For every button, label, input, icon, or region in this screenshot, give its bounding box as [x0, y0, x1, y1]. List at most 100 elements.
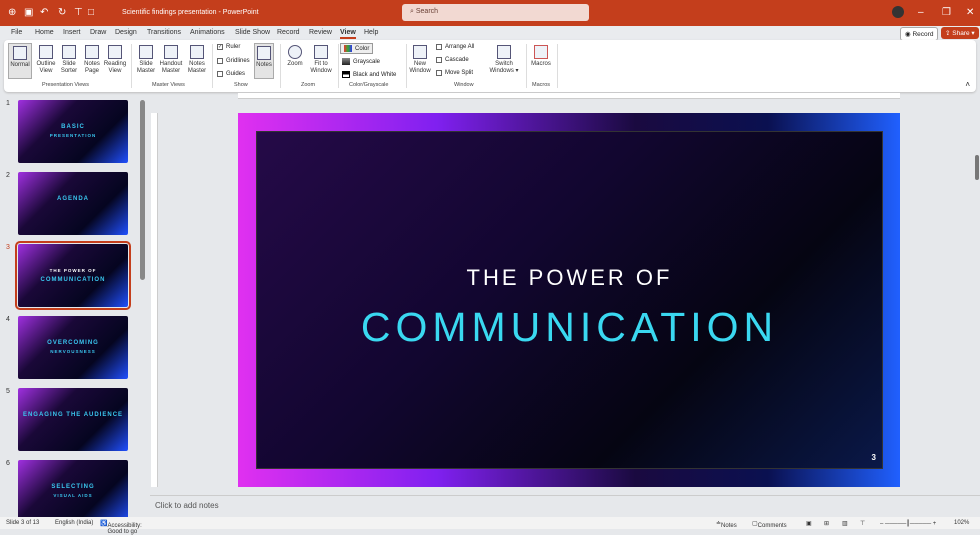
notes-page-button[interactable]: Notes Page: [81, 45, 103, 75]
minimize-icon[interactable]: –: [918, 7, 924, 18]
zoom-button[interactable]: Zoom: [284, 45, 306, 68]
thumbnail-scrollbar[interactable]: [140, 100, 145, 280]
slide-number: 3: [871, 453, 876, 462]
tab-design[interactable]: Design: [115, 29, 137, 36]
autosave-icon[interactable]: ⊕: [8, 7, 16, 18]
black-and-white-button[interactable]: Black and White: [342, 71, 396, 78]
new-window-button[interactable]: New Window: [408, 45, 432, 75]
notes-master-button[interactable]: Notes Master: [185, 45, 209, 75]
slide-thumbnail[interactable]: AGENDA: [18, 172, 128, 235]
move-split-icon: [436, 70, 442, 76]
ruler-checkbox[interactable]: ✓ Ruler: [217, 44, 240, 50]
reading-view-icon[interactable]: ▥: [842, 520, 848, 527]
title-bar: ⊕ ▣ ↶ ↻ ⊤ □ Scientific findings presenta…: [0, 0, 980, 26]
comments-toggle[interactable]: ▢ Comments: [752, 520, 787, 529]
fit-window-icon: [314, 45, 328, 59]
group-label: Presentation Views: [42, 82, 89, 88]
search-placeholder: Search: [415, 8, 439, 15]
tab-slide-show[interactable]: Slide Show: [235, 29, 270, 36]
accessibility-status[interactable]: ♿ Accessibility: Good to go: [100, 520, 142, 535]
label: Slide Master: [136, 61, 156, 74]
notes-toggle[interactable]: ≐ Notes: [716, 520, 737, 529]
undo-icon[interactable]: ↶: [40, 7, 48, 18]
collapse-ribbon-icon[interactable]: ˄: [965, 80, 970, 89]
zoom-slider[interactable]: – ─────┃───── +: [880, 520, 936, 527]
tab-animations[interactable]: Animations: [190, 29, 225, 36]
menu-bar: File Home Insert Draw Design Transitions…: [0, 26, 980, 41]
normal-view-icon: [13, 46, 27, 60]
language[interactable]: English (India): [55, 520, 93, 526]
thumbnail-subtitle: NERVOUSNESS: [50, 349, 96, 354]
slide-thumbnail[interactable]: THE POWER OF COMMUNICATION: [15, 241, 131, 310]
restore-icon[interactable]: ❐: [942, 7, 951, 18]
horizontal-ruler: [238, 93, 900, 99]
save-icon[interactable]: ▣: [24, 7, 33, 18]
notes-page-icon: [85, 45, 99, 59]
slide-thumbnail[interactable]: ENGAGING THE AUDIENCE: [18, 388, 128, 451]
record-button[interactable]: ◉ Record: [900, 27, 939, 41]
label: Macros: [531, 61, 551, 67]
slide-subtitle[interactable]: THE POWER OF: [257, 265, 882, 291]
slide-master-button[interactable]: Slide Master: [134, 45, 158, 75]
move-split-button[interactable]: Move Split: [436, 70, 473, 76]
cascade-button[interactable]: Cascade: [436, 57, 469, 63]
present-icon[interactable]: ⊤: [74, 7, 83, 18]
tab-help[interactable]: Help: [364, 29, 378, 36]
tab-file[interactable]: File: [11, 29, 22, 36]
tab-draw[interactable]: Draw: [90, 29, 106, 36]
tab-transitions[interactable]: Transitions: [147, 29, 181, 36]
grayscale-button[interactable]: Grayscale: [342, 58, 380, 65]
zoom-level[interactable]: 102%: [954, 520, 969, 526]
thumbnail-number: 2: [6, 172, 10, 179]
slide-sorter-button[interactable]: Slide Sorter: [58, 45, 80, 75]
notes-area[interactable]: Click to add notes: [150, 495, 980, 517]
color-button[interactable]: Color: [340, 43, 374, 54]
slide-title[interactable]: COMMUNICATION: [257, 304, 882, 351]
redo-icon[interactable]: ↻: [58, 7, 66, 18]
vertical-ruler: [151, 113, 158, 487]
macros-button[interactable]: Macros: [528, 45, 554, 68]
arrange-all-button[interactable]: Arrange All: [436, 44, 474, 50]
label: Zoom: [287, 61, 303, 67]
label: Gridlines: [226, 58, 250, 64]
outline-view-button[interactable]: Outline View: [35, 45, 57, 75]
notes-icon: [257, 46, 271, 60]
thumbnail-title: ENGAGING THE AUDIENCE: [22, 412, 124, 418]
fit-to-window-button[interactable]: Fit to Window: [307, 45, 335, 75]
slideshow-icon[interactable]: ⊤: [860, 520, 865, 527]
tab-insert[interactable]: Insert: [63, 29, 81, 36]
slide-thumbnail[interactable]: SELECTING VISUAL AIDS: [18, 460, 128, 523]
tab-record[interactable]: Record: [277, 29, 300, 36]
slide-thumbnail[interactable]: OVERCOMING NERVOUSNESS: [18, 316, 128, 379]
switch-windows-button[interactable]: Switch Windows ▾: [488, 45, 520, 75]
tab-review[interactable]: Review: [309, 29, 332, 36]
label: Fit to Window: [310, 61, 332, 74]
avatar[interactable]: [892, 6, 904, 18]
normal-view-button[interactable]: Normal: [8, 43, 32, 79]
close-icon[interactable]: ✕: [966, 7, 974, 18]
reading-view-button[interactable]: Reading View: [103, 45, 127, 75]
slide-thumbnails-panel: 1 BASIC PRESENTATION 2 AGENDA 3 THE POWE…: [0, 96, 150, 523]
tab-home[interactable]: Home: [35, 29, 54, 36]
new-window-icon: [413, 45, 427, 59]
search-input[interactable]: ⌕ Search: [402, 4, 589, 21]
guides-checkbox[interactable]: Guides: [217, 71, 245, 77]
document-title: Scientific findings presentation - Power…: [122, 9, 259, 16]
normal-view-icon[interactable]: ▣: [806, 520, 812, 527]
label: Guides: [226, 71, 246, 77]
share-button[interactable]: ⇪ Share ▾: [941, 27, 979, 39]
group-label: Show: [234, 82, 248, 88]
gridlines-checkbox[interactable]: Gridlines: [217, 58, 250, 64]
label: Outline View: [36, 61, 56, 74]
label: New Window: [409, 61, 431, 74]
handout-master-button[interactable]: Handout Master: [158, 45, 184, 75]
notes-button[interactable]: Notes: [254, 43, 274, 79]
slide-thumbnail[interactable]: BASIC PRESENTATION: [18, 100, 128, 163]
tab-view[interactable]: View: [340, 29, 356, 39]
group-label: Master Views: [152, 82, 185, 88]
slide-canvas[interactable]: THE POWER OF COMMUNICATION 3: [238, 113, 900, 487]
slide-sorter-icon[interactable]: ⊞: [824, 520, 829, 527]
thumbnail-title: OVERCOMING: [47, 340, 99, 346]
shape-icon[interactable]: □: [88, 7, 94, 18]
editor-scrollbar[interactable]: [975, 155, 979, 180]
